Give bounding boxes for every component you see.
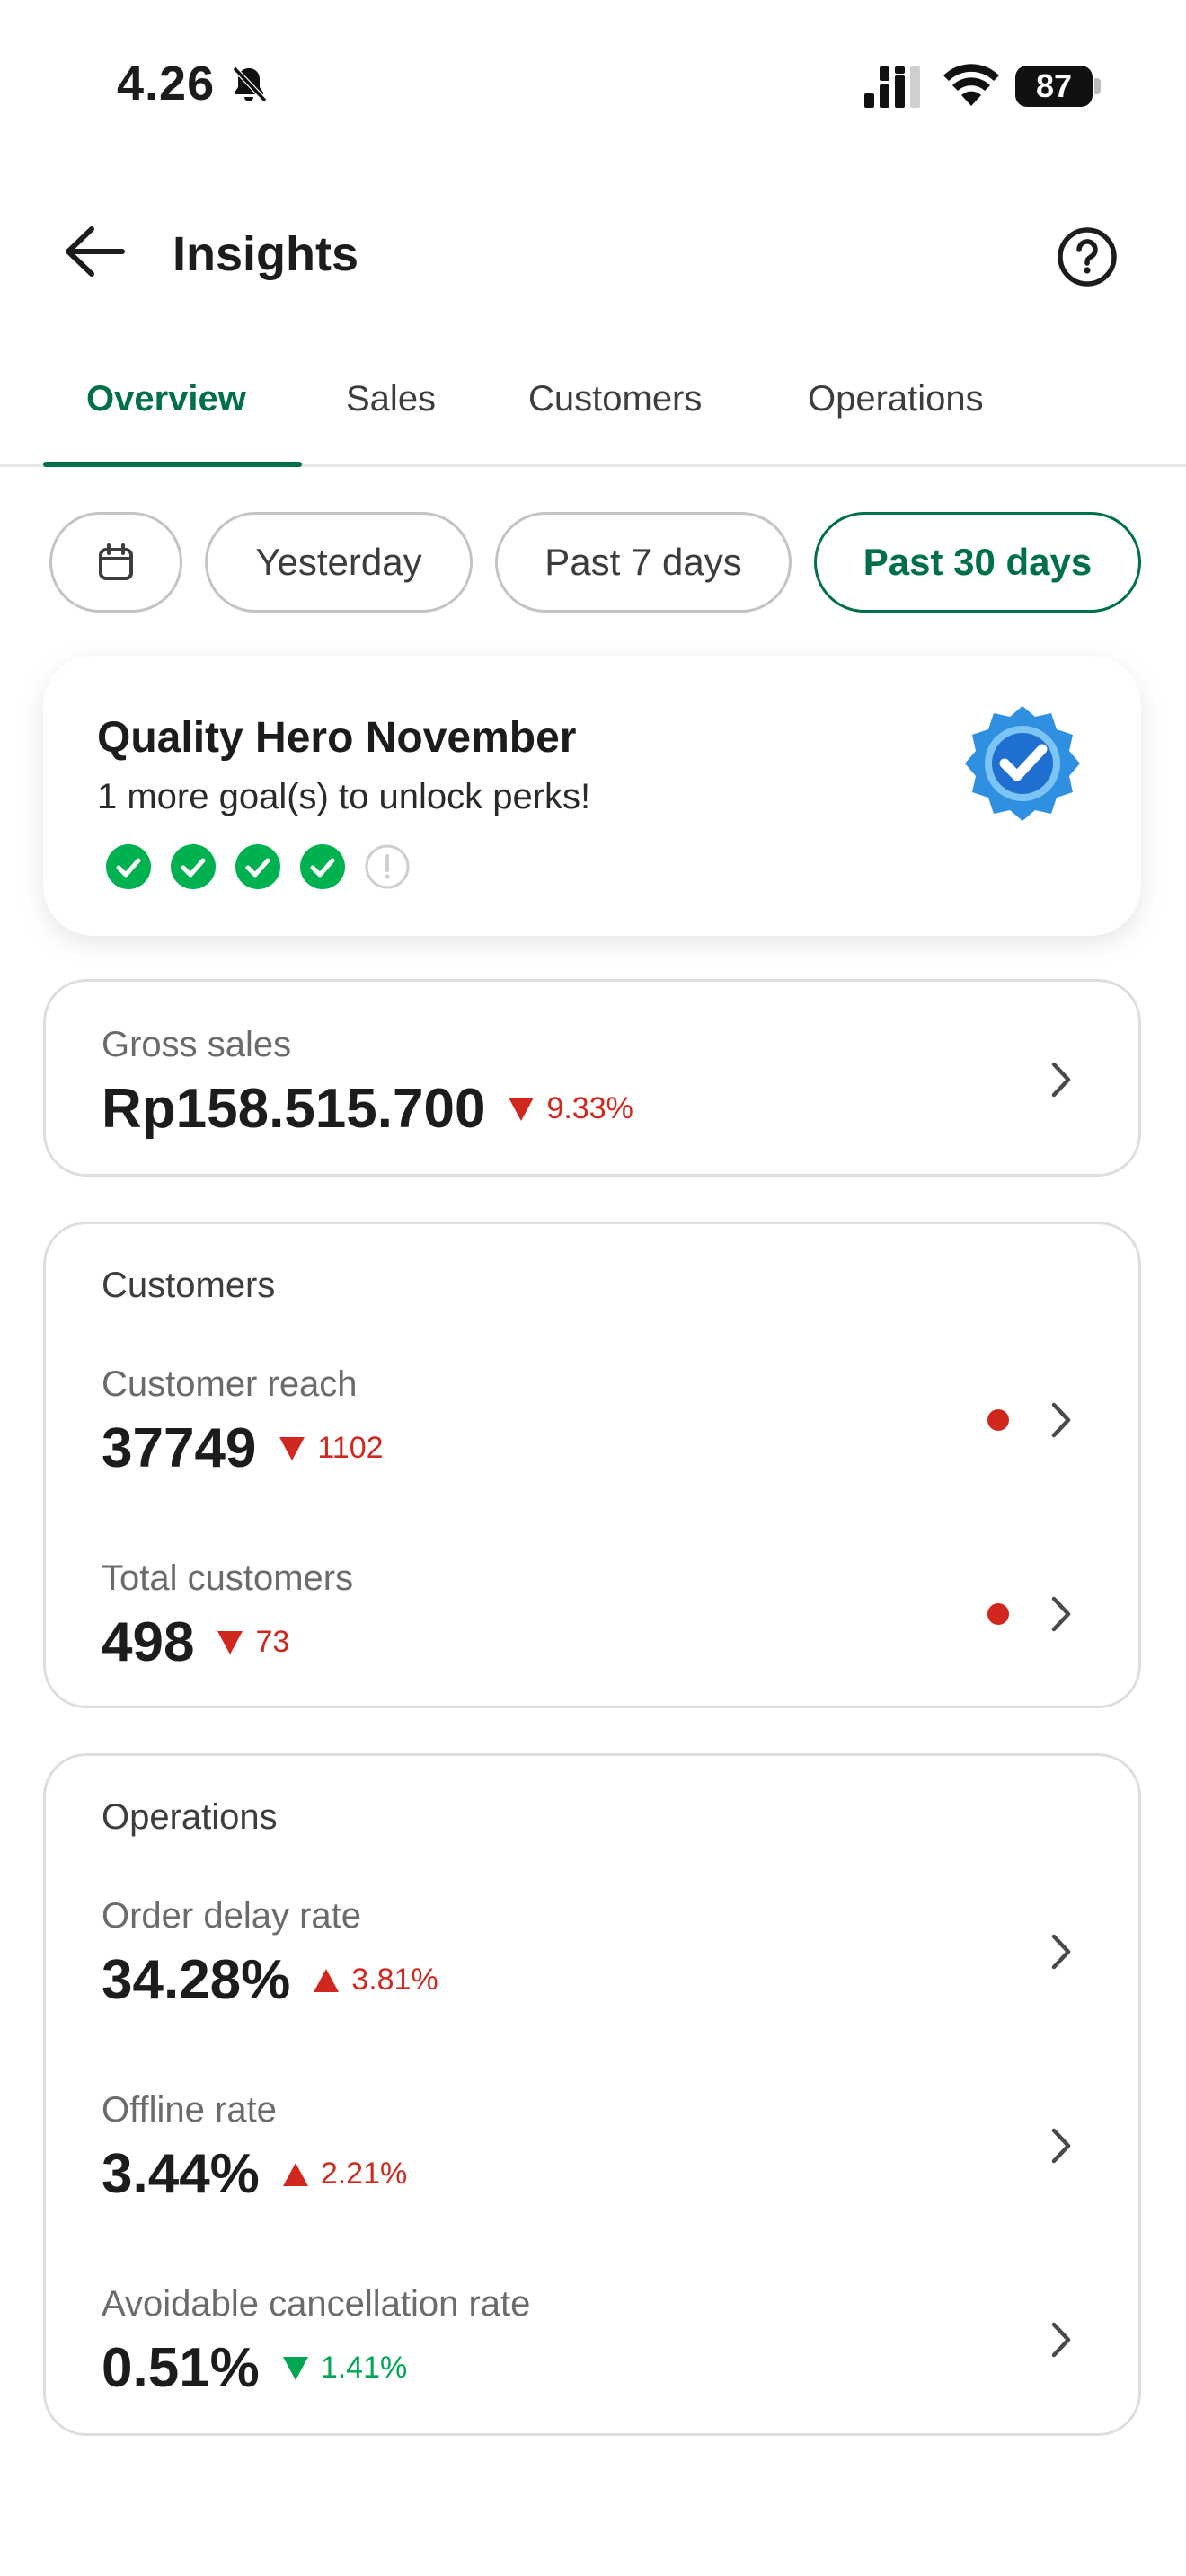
wifi-icon	[943, 64, 999, 106]
chevron-right-icon[interactable]	[1043, 1592, 1079, 1636]
gross-sales-value: Rp158.515.700 9.33%	[102, 1077, 633, 1141]
battery-icon: 87	[1015, 66, 1102, 107]
filter-yesterday[interactable]: Yesterday	[205, 512, 473, 613]
alert-dot	[987, 1603, 1009, 1625]
chevron-right-icon[interactable]	[1043, 1929, 1079, 1974]
gross-sales-label: Gross sales	[102, 1025, 292, 1064]
chevron-right-icon[interactable]	[1043, 2317, 1079, 2362]
battery-level: 87	[1035, 67, 1073, 104]
customer-reach-amount: 37749	[102, 1417, 257, 1479]
chevron-right-icon[interactable]	[1043, 1398, 1079, 1442]
offline-rate-delta: 2.21%	[282, 2157, 408, 2192]
filter-past-30-days[interactable]: Past 30 days	[814, 512, 1141, 613]
up-triangle-icon	[282, 2162, 308, 2186]
avoidable-cancellation-rate-delta: 1.41%	[282, 2351, 408, 2386]
status-time: 4.26	[117, 57, 216, 110]
quality-hero-subtitle: 1 more goal(s) to unlock perks!	[97, 777, 591, 816]
offline-rate-delta-value: 2.21%	[320, 2157, 408, 2191]
goal-pending-icon	[365, 844, 410, 889]
down-triangle-icon	[282, 2356, 308, 2380]
goal-complete-icon	[171, 844, 216, 889]
customer-reach-delta: 1102	[279, 1431, 384, 1466]
customers-card: Customers Customer reach 37749 1102 Tota…	[43, 1222, 1141, 1708]
customers-section-title: Customers	[102, 1266, 276, 1305]
avoidable-cancellation-rate-value: 0.51% 1.41%	[102, 2336, 407, 2400]
quality-hero-title: Quality Hero November	[97, 714, 577, 762]
order-delay-rate-amount: 34.28%	[102, 1949, 291, 2011]
order-delay-rate-value: 34.28% 3.81%	[102, 1948, 438, 2012]
offline-rate-value: 3.44% 2.21%	[102, 2142, 407, 2206]
alert-dot	[987, 1409, 1009, 1431]
filter-past-7-days[interactable]: Past 7 days	[495, 512, 792, 613]
status-bar: 4.26 87	[0, 0, 1186, 171]
tab-operations[interactable]: Operations	[808, 379, 984, 419]
chevron-right-icon[interactable]	[1043, 1057, 1079, 1102]
gross-sales-amount: Rp158.515.700	[102, 1078, 486, 1140]
back-arrow-icon[interactable]	[61, 220, 133, 283]
avoidable-cancellation-rate-label: Avoidable cancellation rate	[102, 2284, 531, 2324]
total-customers-delta-value: 73	[255, 1625, 290, 1659]
active-tab-indicator	[43, 462, 302, 467]
down-triangle-icon	[509, 1097, 535, 1121]
customer-reach-delta-value: 1102	[317, 1431, 384, 1465]
bell-off-icon	[232, 66, 268, 103]
quality-hero-card[interactable]: Quality Hero November 1 more goal(s) to …	[43, 656, 1141, 936]
calendar-filter-button[interactable]	[49, 512, 182, 613]
offline-rate-amount: 3.44%	[102, 2143, 260, 2205]
operations-section-title: Operations	[102, 1797, 278, 1837]
operations-card: Operations Order delay rate 34.28% 3.81%…	[43, 1753, 1141, 2436]
avoidable-cancellation-rate-delta-value: 1.41%	[320, 2351, 408, 2385]
total-customers-amount: 498	[102, 1611, 195, 1673]
tab-bar: Overview Sales Customers Operations	[0, 359, 1186, 467]
total-customers-value: 498 73	[102, 1610, 289, 1674]
down-triangle-icon	[279, 1436, 305, 1460]
goal-complete-icon	[235, 844, 280, 889]
customer-reach-value: 37749 1102	[102, 1416, 384, 1480]
down-triangle-icon	[217, 1630, 243, 1654]
customer-reach-label: Customer reach	[102, 1364, 358, 1404]
help-question-icon[interactable]	[1053, 223, 1121, 291]
goal-complete-icon	[300, 844, 345, 889]
gross-sales-delta-value: 9.33%	[546, 1091, 633, 1125]
order-delay-rate-delta: 3.81%	[314, 1963, 438, 1998]
calendar-icon	[99, 543, 133, 580]
order-delay-rate-label: Order delay rate	[102, 1896, 362, 1936]
tab-overview[interactable]: Overview	[86, 379, 246, 419]
goal-complete-icon	[106, 844, 151, 889]
up-triangle-icon	[314, 1968, 340, 1992]
chevron-right-icon[interactable]	[1043, 2123, 1079, 2168]
verified-badge-icon	[965, 706, 1080, 821]
tab-sales[interactable]: Sales	[346, 379, 436, 419]
gross-sales-delta: 9.33%	[509, 1091, 633, 1126]
offline-rate-label: Offline rate	[102, 2090, 277, 2130]
gross-sales-card[interactable]: Gross sales Rp158.515.700 9.33%	[43, 979, 1141, 1177]
page-title: Insights	[173, 227, 359, 281]
order-delay-rate-delta-value: 3.81%	[351, 1963, 438, 1997]
avoidable-cancellation-rate-amount: 0.51%	[102, 2337, 260, 2399]
cellular-signal-icon	[864, 66, 920, 108]
total-customers-label: Total customers	[102, 1558, 354, 1598]
total-customers-delta: 73	[217, 1625, 289, 1660]
tab-customers[interactable]: Customers	[528, 379, 702, 419]
